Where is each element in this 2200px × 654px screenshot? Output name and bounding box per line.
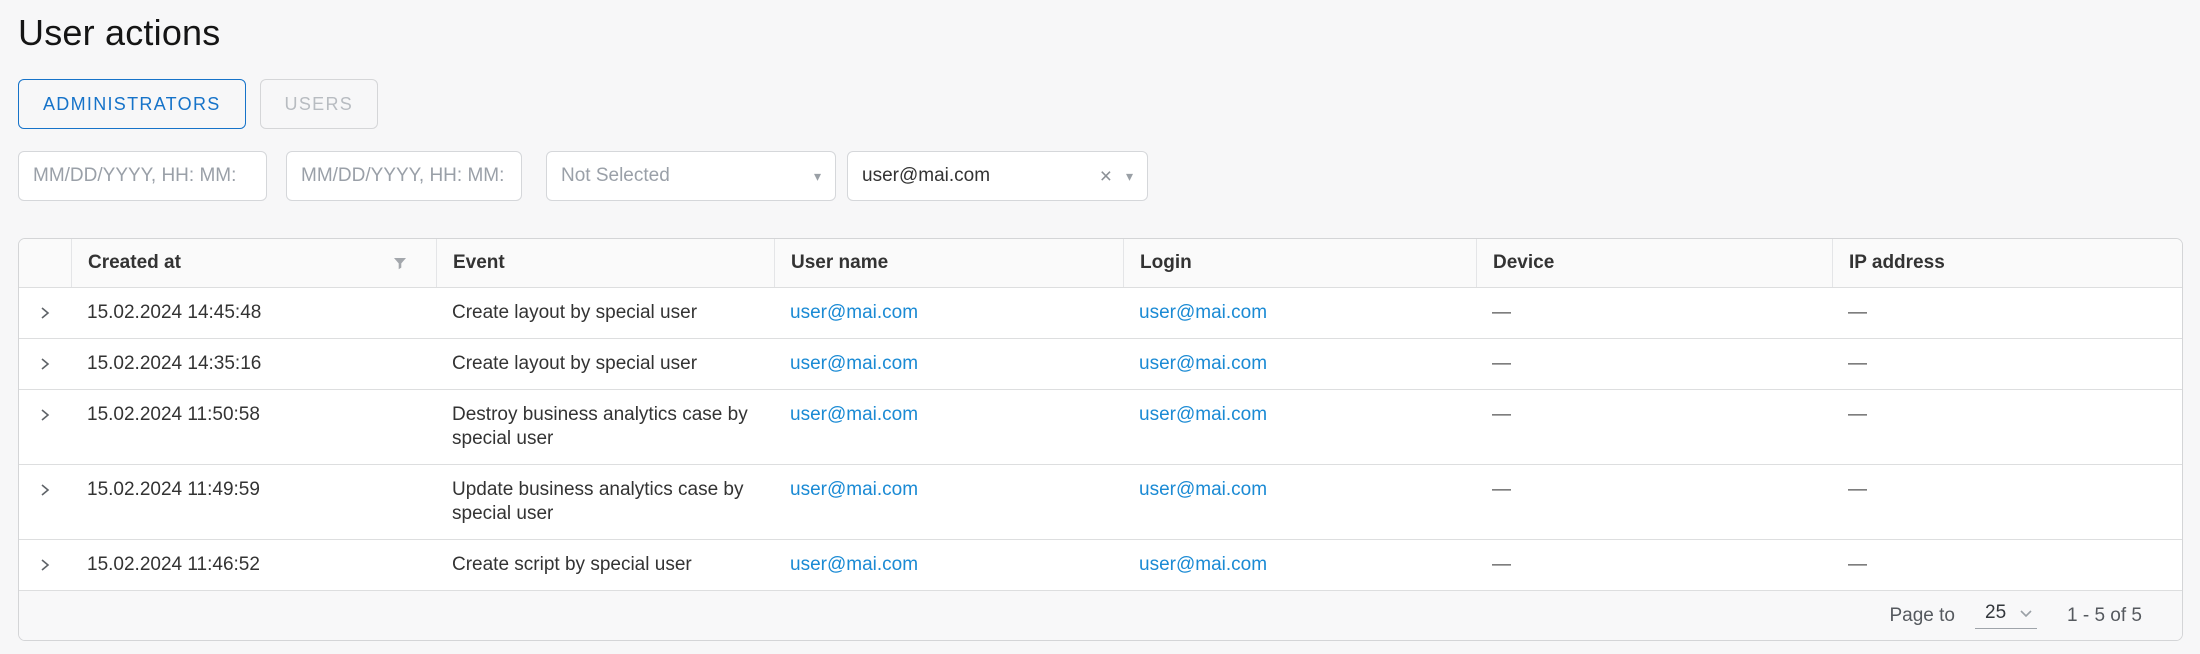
user-name-link[interactable]: user@mai.com [790, 404, 918, 425]
created-at-cell: 15.02.2024 11:49:59 [71, 478, 436, 502]
user-filter-value: user@mai.com [862, 165, 1100, 187]
table-footer: Page to 25 1 - 5 of 5 [19, 590, 2182, 640]
action-type-select-placeholder: Not Selected [561, 165, 814, 187]
action-type-select[interactable]: Not Selected ▾ [546, 151, 836, 201]
date-to-input[interactable] [286, 151, 522, 201]
tab-administrators[interactable]: ADMINISTRATORS [18, 79, 246, 129]
chevron-right-icon [38, 306, 52, 320]
column-header-created-at: Created at [71, 239, 436, 287]
created-at-cell: 15.02.2024 14:45:48 [71, 301, 436, 325]
ip-address-cell: — [1832, 301, 2182, 325]
table-row: 15.02.2024 14:35:16 Create layout by spe… [19, 338, 2182, 389]
chevron-right-icon [38, 483, 52, 497]
user-name-link[interactable]: user@mai.com [790, 479, 918, 500]
tab-users[interactable]: USERS [260, 79, 379, 129]
created-at-cell: 15.02.2024 11:50:58 [71, 403, 436, 427]
event-cell: Update business analytics case by specia… [436, 478, 774, 526]
chevron-down-icon [2019, 609, 2033, 618]
chevron-down-icon: ▾ [814, 169, 821, 183]
page-size-label: Page to [1890, 605, 1956, 627]
event-text: Destroy business analytics case by speci… [452, 403, 758, 451]
chevron-right-icon [38, 558, 52, 572]
ip-address-cell: — [1832, 403, 2182, 427]
column-header-device: Device [1476, 239, 1832, 287]
event-text: Create layout by special user [452, 301, 758, 325]
clear-icon[interactable]: × [1100, 166, 1112, 187]
login-link[interactable]: user@mai.com [1139, 479, 1267, 500]
row-expand-button[interactable] [30, 301, 60, 325]
column-header-label: Created at [88, 252, 181, 274]
ip-address-cell: — [1832, 352, 2182, 376]
login-link[interactable]: user@mai.com [1139, 554, 1267, 575]
column-header-login: Login [1123, 239, 1476, 287]
created-at-cell: 15.02.2024 14:35:16 [71, 352, 436, 376]
chevron-right-icon [38, 357, 52, 371]
event-cell: Create layout by special user [436, 352, 774, 376]
page-size-select[interactable]: 25 [1975, 602, 2037, 629]
device-cell: — [1476, 553, 1832, 577]
ip-address-cell: — [1832, 478, 2182, 502]
column-header-user-name: User name [774, 239, 1123, 287]
event-cell: Destroy business analytics case by speci… [436, 403, 774, 451]
event-text: Create script by special user [452, 553, 758, 577]
column-header-event: Event [436, 239, 774, 287]
user-actions-table: Created at Event User name Login Device … [18, 238, 2183, 641]
user-name-link[interactable]: user@mai.com [790, 302, 918, 323]
event-text: Update business analytics case by specia… [452, 478, 758, 526]
row-expand-button[interactable] [30, 352, 60, 376]
filter-funnel-icon[interactable] [392, 255, 408, 271]
page-title: User actions [18, 12, 2183, 54]
filter-bar: Not Selected ▾ user@mai.com × ▾ [18, 151, 2183, 201]
table-row: 15.02.2024 11:49:59 Update business anal… [19, 464, 2182, 539]
row-expand-button[interactable] [30, 403, 60, 427]
event-cell: Create layout by special user [436, 301, 774, 325]
chevron-down-icon: ▾ [1126, 169, 1133, 183]
table-header-row: Created at Event User name Login Device … [19, 239, 2182, 287]
ip-address-cell: — [1832, 553, 2182, 577]
event-text: Create layout by special user [452, 352, 758, 376]
user-name-link[interactable]: user@mai.com [790, 353, 918, 374]
event-cell: Create script by special user [436, 553, 774, 577]
column-header-label: Event [453, 252, 505, 274]
column-header-label: IP address [1849, 252, 1945, 274]
login-link[interactable]: user@mai.com [1139, 353, 1267, 374]
row-expand-button[interactable] [30, 478, 60, 502]
row-expand-button[interactable] [30, 553, 60, 577]
table-row: 15.02.2024 14:45:48 Create layout by spe… [19, 287, 2182, 338]
chevron-right-icon [38, 408, 52, 422]
column-header-label: Login [1140, 252, 1192, 274]
column-header-label: User name [791, 252, 888, 274]
user-actions-page: User actions ADMINISTRATORS USERS Not Se… [0, 0, 2200, 654]
user-name-link[interactable]: user@mai.com [790, 554, 918, 575]
column-header-label: Device [1493, 252, 1554, 274]
date-from-input[interactable] [18, 151, 267, 201]
device-cell: — [1476, 478, 1832, 502]
device-cell: — [1476, 403, 1832, 427]
tab-bar: ADMINISTRATORS USERS [18, 79, 2183, 129]
device-cell: — [1476, 301, 1832, 325]
login-link[interactable]: user@mai.com [1139, 302, 1267, 323]
expander-column-header [19, 239, 71, 287]
table-row: 15.02.2024 11:50:58 Destroy business ana… [19, 389, 2182, 464]
column-header-ip-address: IP address [1832, 239, 2182, 287]
created-at-cell: 15.02.2024 11:46:52 [71, 553, 436, 577]
pagination-range: 1 - 5 of 5 [2067, 605, 2142, 627]
device-cell: — [1476, 352, 1832, 376]
table-row: 15.02.2024 11:46:52 Create script by spe… [19, 539, 2182, 590]
user-filter-select[interactable]: user@mai.com × ▾ [847, 151, 1148, 201]
page-size-value: 25 [1985, 602, 2006, 624]
login-link[interactable]: user@mai.com [1139, 404, 1267, 425]
